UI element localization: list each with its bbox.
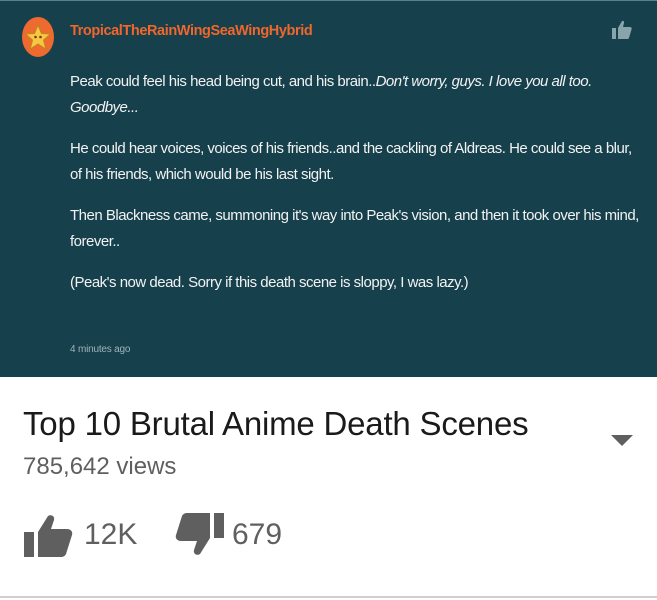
comment-paragraph: Peak could feel his head being cut, and … [70,69,640,121]
likes-count: 12K [84,518,138,551]
thumbs-up-icon [24,515,73,557]
chevron-down-icon[interactable] [610,434,634,453]
video-info-panel: Top 10 Brutal Anime Death Scenes 785,642… [0,377,657,600]
comment-paragraph: Then Blackness came, summoning it's way … [70,207,639,250]
dislike-button[interactable] [174,511,226,562]
video-views: 785,642 views [23,453,177,480]
comment-timestamp: 4 minutes ago [70,344,131,355]
comment-username[interactable]: TropicalTheRainWingSeaWingHybrid [70,23,313,39]
comment-paragraph: He could hear voices, voices of his frie… [70,140,632,183]
comment-body: Peak could feel his head being cut, and … [70,69,640,311]
divider [0,596,657,598]
comment-paragraph: (Peak's now dead. Sorry if this death sc… [70,274,469,291]
thumbs-up-icon[interactable] [611,19,633,46]
thumbs-down-icon [175,513,224,555]
video-title: Top 10 Brutal Anime Death Scenes [23,405,529,442]
star-avatar-icon[interactable] [22,17,54,57]
dislikes-count: 679 [232,518,283,551]
like-button[interactable] [22,513,74,564]
comment-card: TropicalTheRainWingSeaWingHybrid Peak co… [0,0,657,377]
comment-text: Peak could feel his head being cut, and … [70,73,376,90]
